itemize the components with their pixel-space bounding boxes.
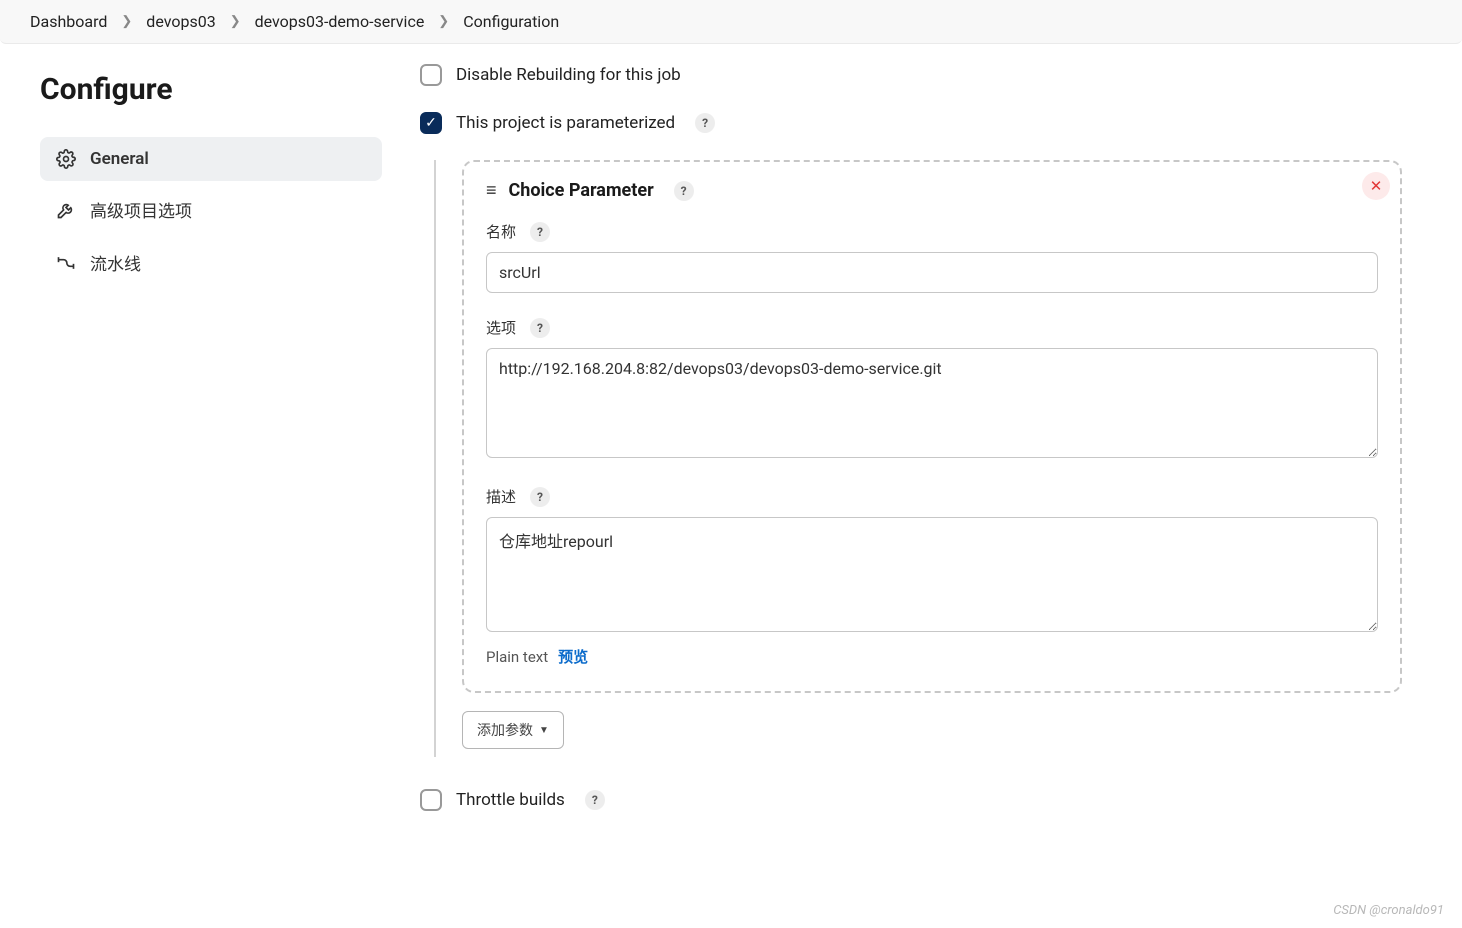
add-parameter-button[interactable]: 添加参数 ▼ bbox=[462, 711, 564, 749]
field-description: 描述 ? Plain text 预览 bbox=[486, 486, 1378, 667]
option-parameterized: ✓ This project is parameterized ? bbox=[420, 112, 1402, 134]
sidebar-item-label: 流水线 bbox=[90, 250, 141, 275]
chevron-right-icon: ❯ bbox=[230, 14, 241, 29]
drag-handle-icon[interactable]: ≡ bbox=[486, 180, 495, 201]
caret-down-icon: ▼ bbox=[539, 725, 549, 736]
description-format-label: Plain text bbox=[486, 648, 548, 666]
add-parameter-label: 添加参数 bbox=[477, 720, 533, 740]
close-icon: ✕ bbox=[1370, 177, 1383, 195]
breadcrumb: Dashboard ❯ devops03 ❯ devops03-demo-ser… bbox=[0, 0, 1462, 44]
parameter-type-title: Choice Parameter bbox=[509, 180, 654, 201]
checkbox-label: This project is parameterized bbox=[456, 113, 675, 133]
sidebar-item-label: 高级项目选项 bbox=[90, 197, 192, 222]
parameter-card: ≡ Choice Parameter ? ✕ 名称 ? bbox=[462, 160, 1402, 693]
main-content: Disable Rebuilding for this job ✓ This p… bbox=[400, 44, 1462, 857]
field-choices: 选项 ? bbox=[486, 317, 1378, 462]
delete-parameter-button[interactable]: ✕ bbox=[1362, 172, 1390, 200]
parameter-name-input[interactable] bbox=[486, 252, 1378, 293]
help-icon[interactable]: ? bbox=[585, 790, 605, 810]
field-label-text: 选项 bbox=[486, 317, 516, 338]
option-disable-rebuild: Disable Rebuilding for this job bbox=[420, 64, 1402, 86]
gear-icon bbox=[56, 149, 76, 169]
parameter-choices-textarea[interactable] bbox=[486, 348, 1378, 458]
checkbox-throttle[interactable] bbox=[420, 789, 442, 811]
checkbox-parameterized[interactable]: ✓ bbox=[420, 112, 442, 134]
pipeline-icon bbox=[56, 253, 76, 273]
parameters-block: ≡ Choice Parameter ? ✕ 名称 ? bbox=[434, 160, 1402, 757]
help-icon[interactable]: ? bbox=[674, 181, 694, 201]
page-title: Configure bbox=[40, 72, 382, 107]
watermark: CSDN @cronaldo91 bbox=[1333, 903, 1444, 918]
field-label-text: 描述 bbox=[486, 486, 516, 507]
chevron-right-icon: ❯ bbox=[121, 14, 132, 29]
sidebar-item-label: General bbox=[90, 149, 149, 169]
preview-link[interactable]: 预览 bbox=[558, 646, 588, 667]
help-icon[interactable]: ? bbox=[530, 318, 550, 338]
field-label-text: 名称 bbox=[486, 221, 516, 242]
help-icon[interactable]: ? bbox=[530, 222, 550, 242]
sidebar-item-pipeline[interactable]: 流水线 bbox=[40, 238, 382, 287]
breadcrumb-link-current[interactable]: Configuration bbox=[463, 12, 559, 31]
sidebar-item-advanced[interactable]: 高级项目选项 bbox=[40, 185, 382, 234]
chevron-right-icon: ❯ bbox=[438, 14, 449, 29]
checkbox-disable-rebuild[interactable] bbox=[420, 64, 442, 86]
breadcrumb-link-dashboard[interactable]: Dashboard bbox=[30, 12, 107, 31]
parameter-description-textarea[interactable] bbox=[486, 517, 1378, 632]
help-icon[interactable]: ? bbox=[695, 113, 715, 133]
sidebar: Configure General 高级项目选项 流水线 bbox=[0, 44, 400, 857]
checkbox-label: Throttle builds bbox=[456, 790, 565, 810]
field-name: 名称 ? bbox=[486, 221, 1378, 293]
sidebar-item-general[interactable]: General bbox=[40, 137, 382, 181]
checkbox-label: Disable Rebuilding for this job bbox=[456, 65, 681, 85]
help-icon[interactable]: ? bbox=[530, 487, 550, 507]
breadcrumb-link-job[interactable]: devops03-demo-service bbox=[255, 12, 425, 31]
breadcrumb-link-folder[interactable]: devops03 bbox=[146, 12, 215, 31]
wrench-icon bbox=[56, 200, 76, 220]
option-throttle: Throttle builds ? bbox=[420, 789, 1402, 811]
